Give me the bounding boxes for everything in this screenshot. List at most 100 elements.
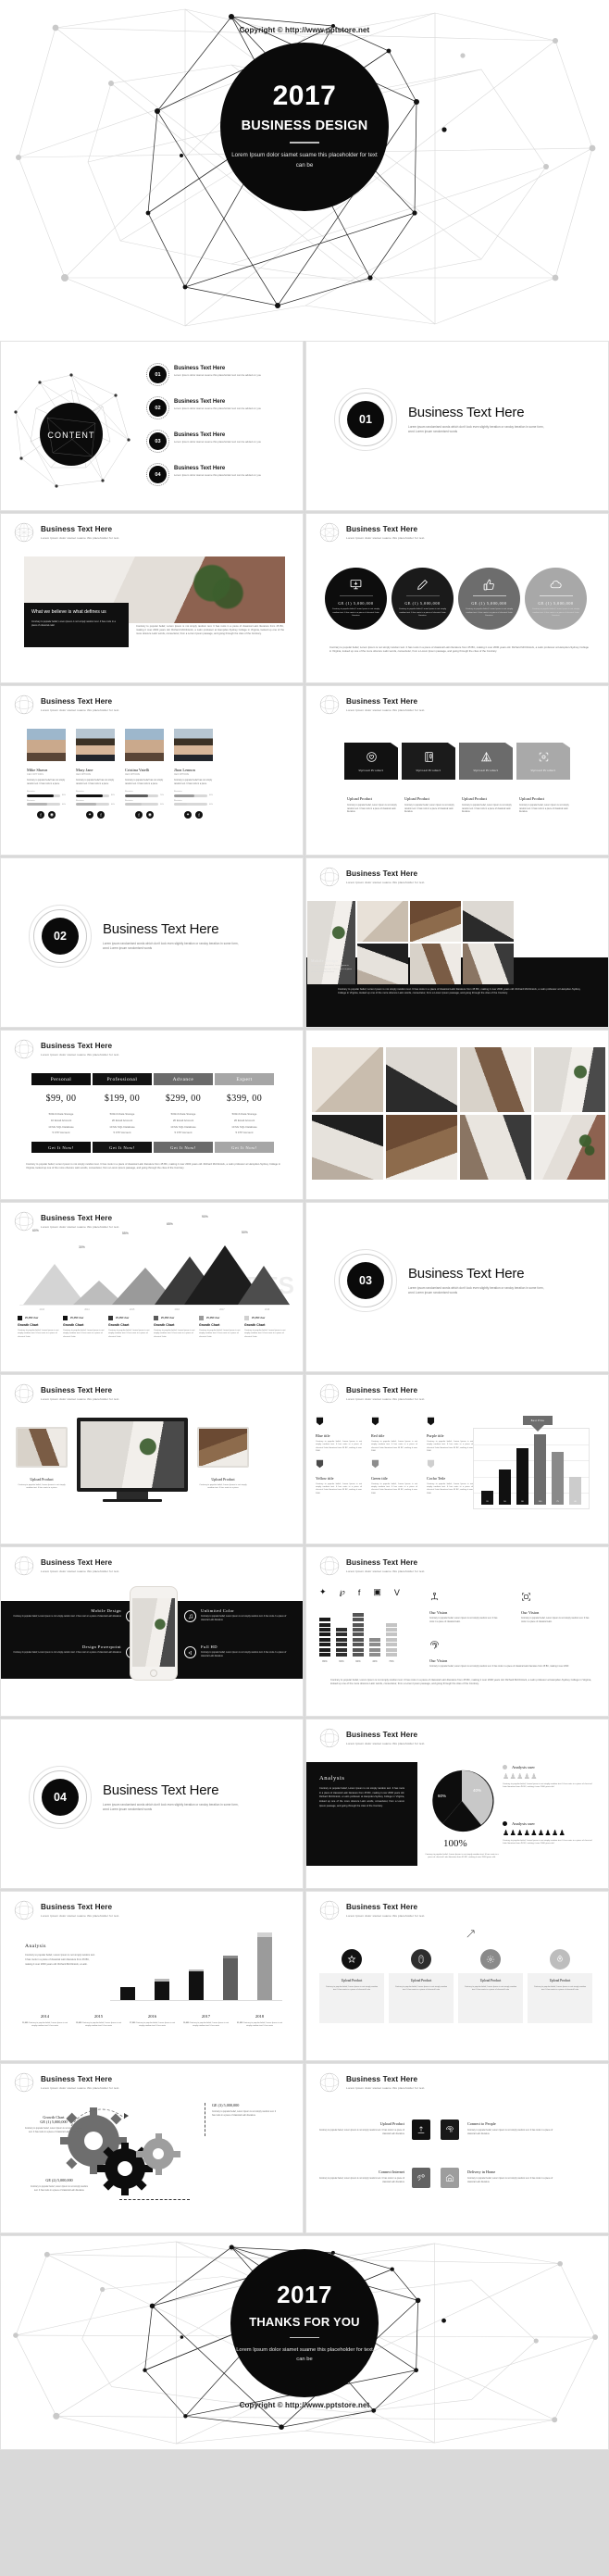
plan-cta-2[interactable]: Get It Now! (93, 1142, 152, 1154)
analysis-pie-chart (432, 1769, 494, 1832)
photo-tile[interactable] (460, 1047, 531, 1112)
photo-tile[interactable] (312, 1047, 383, 1112)
team-member-card[interactable]: Jhon Lennon CEO OPTIONS Contrary to popu… (174, 729, 213, 819)
instagram-icon[interactable]: ◉ (146, 811, 154, 819)
instagram-icon[interactable]: ▣ (373, 1587, 381, 1597)
legend-label: Growth Chart (18, 1323, 39, 1327)
facebook-icon[interactable]: f (97, 811, 105, 819)
shield-icon (316, 1417, 324, 1426)
slide-products[interactable]: Business Text Here Lorem Ipsum dolor sia… (305, 685, 609, 856)
slide-mountain-chart[interactable]: Business Text Here Lorem Ipsum dolor sia… (0, 1202, 304, 1372)
gallery-thumb[interactable] (410, 944, 461, 984)
process-step-4[interactable]: Upload Product Contrary to popular belie… (528, 1949, 592, 2023)
feature-circle-1[interactable]: GE (1) 5,000,000 Contrary to popular bel… (325, 568, 387, 630)
slide-team[interactable]: Business Text Here Lorem Ipsum dolor sia… (0, 685, 304, 856)
gallery-thumb[interactable] (357, 944, 408, 984)
slide-pricing[interactable]: Business Text Here Lorem Ipsum dolor sia… (0, 1030, 304, 1200)
gallery-thumb[interactable] (357, 901, 408, 942)
slide-pie-analysis[interactable]: Business Text Here Lorem Ipsum dolor sia… (305, 1719, 609, 1889)
slide-section-04[interactable]: 04 Business Text Here Lorem ipsum random… (0, 1719, 304, 1889)
process-step-1[interactable]: Upload Product Contrary to popular belie… (319, 1949, 384, 2023)
closing-title: THANKS FOR YOU (249, 2314, 360, 2329)
slide-photo-grid[interactable] (305, 1030, 609, 1200)
focus-target-icon (539, 752, 548, 761)
pinterest-icon[interactable]: ℘ (340, 1587, 345, 1597)
vimeo-icon[interactable]: V (394, 1588, 400, 1597)
legend-desc: Contrary to popular belief, Lorem Ipsum … (199, 1330, 241, 1338)
process-step-2[interactable]: Upload Product Contrary to popular belie… (389, 1949, 454, 2023)
product-card-1[interactable]: Upload Product (344, 743, 398, 780)
product-card-4[interactable]: Upload Product (516, 743, 570, 780)
upload-icon[interactable] (412, 2120, 430, 2140)
plan-cta-1[interactable]: Get It Now! (31, 1142, 91, 1154)
slide-header: Business Text Here Lorem Ipsum dolor sia… (319, 1900, 425, 1920)
agenda-item-03[interactable]: 03 Business Text Here Lorem Ipsum dolor … (145, 429, 297, 454)
avatar (125, 729, 164, 761)
slide-section-01[interactable]: 01 Business Text Here Lorem ipsum random… (305, 341, 609, 511)
skill-label: Illustrator (27, 799, 35, 802)
satellite-icon[interactable] (412, 2168, 430, 2188)
team-member-card[interactable]: Mary Jane CEO OPTIONS Contrary to popula… (76, 729, 115, 819)
plan-cta-4[interactable]: Get It Now! (215, 1142, 274, 1154)
twitter-icon[interactable]: ✦ (86, 811, 93, 819)
photo-tile[interactable] (312, 1115, 383, 1180)
slide-gears[interactable]: Business Text Here Lorem Ipsum dolor sia… (0, 2063, 304, 2233)
gallery-thumb[interactable] (410, 901, 461, 942)
product-card-3[interactable]: Upload Product (459, 743, 513, 780)
feature-left-1: Mobile Design Contrary to popular belief… (13, 1608, 121, 1618)
facebook-icon[interactable]: f (195, 811, 203, 819)
slide-bar-chart-titles[interactable]: Business Text Here Lorem Ipsum dolor sia… (305, 1374, 609, 1544)
slide-yearly-analysis[interactable]: Business Text Here Lorem Ipsum dolor sia… (0, 1891, 304, 2061)
photo-tile[interactable] (534, 1047, 605, 1112)
peak-label-3: 55% (122, 1232, 129, 1235)
slide-closing[interactable]: 2017 THANKS FOR YOU Lorem Ipsum dolor si… (0, 2235, 609, 2450)
pricing-plan-1[interactable]: Personal $99, 00 500mb Data Storage 10 E… (31, 1073, 91, 1154)
agenda-item-01[interactable]: 01 Business Text Here Lorem Ipsum dolor … (145, 362, 297, 387)
slide-what-we-believe[interactable]: Business Text Here Lorem Ipsum dolor sia… (0, 513, 304, 683)
slide-mobile-features[interactable]: Business Text Here Lorem Ipsum dolor sia… (0, 1546, 304, 1717)
slide-content-agenda[interactable]: CONTENT 01 Business Text Here Lorem Ipsu… (0, 341, 304, 511)
pricing-plan-3[interactable]: Advance $299, 00 500mb Data Storage 20 E… (154, 1073, 213, 1154)
skill-value: 60% (61, 803, 66, 806)
team-member-card[interactable]: Mike Shawn CEO OPTIONS Contrary to popul… (27, 729, 66, 819)
process-step-3[interactable]: Upload Product Contrary to popular belie… (458, 1949, 523, 2023)
plan-cta-3[interactable]: Get It Now! (154, 1142, 213, 1154)
photo-tile[interactable] (534, 1115, 605, 1180)
slide-icon-grid[interactable]: Business Text Here Lorem Ipsum dolor sia… (305, 2063, 609, 2233)
agenda-badge-03: 03 (145, 429, 170, 454)
slide-cover[interactable]: Copyright © http://www.pptstore.net 2017… (0, 0, 609, 341)
fingerprint-icon[interactable] (441, 2120, 459, 2140)
pricing-plan-4[interactable]: Expert $399, 00 500mb Data Storage 20 Em… (215, 1073, 274, 1154)
home-box-icon[interactable] (441, 2168, 459, 2188)
slide-process[interactable]: Business Text Here Lorem Ipsum dolor sia… (305, 1891, 609, 2061)
feature-circle-2[interactable]: GE (1) 5,000,000 Contrary to popular bel… (392, 568, 454, 630)
agenda-item-04[interactable]: 04 Business Text Here Lorem Ipsum dolor … (145, 462, 297, 487)
gallery-thumb[interactable] (463, 901, 514, 942)
team-member-card[interactable]: Cristina Vatelli CEO OPTIONS Contrary to… (125, 729, 164, 819)
photo-tile[interactable] (386, 1047, 457, 1112)
facebook-icon[interactable]: f (358, 1588, 361, 1597)
slide-section-03[interactable]: 03 Business Text Here Lorem ipsum random… (305, 1202, 609, 1372)
gallery-thumb[interactable] (463, 944, 514, 984)
slide-gallery[interactable]: Business Text Here Lorem Ipsum dolor sia… (305, 857, 609, 1028)
slide-vision[interactable]: Business Text Here Lorem Ipsum dolor sia… (305, 1546, 609, 1717)
feature-circle-4[interactable]: GE (1) 5,000,000 Contrary to popular bel… (525, 568, 587, 630)
legend-value: 25,456 User (161, 1317, 175, 1319)
feature-circle-3[interactable]: GE (1) 5,000,000 Contrary to popular bel… (458, 568, 520, 630)
slide-devices[interactable]: Business Text Here Lorem Ipsum dolor sia… (0, 1374, 304, 1544)
header-sub: Lorem Ipsum dolor siamet suame this plac… (346, 535, 426, 540)
pricing-plan-2[interactable]: Professional $199, 00 500mb Data Storage… (93, 1073, 152, 1154)
slide-feature-circles[interactable]: Business Text Here Lorem Ipsum dolor sia… (305, 513, 609, 683)
slide-header: Business Text Here Lorem Ipsum dolor sia… (319, 2072, 425, 2093)
photo-tile[interactable] (386, 1115, 457, 1180)
twitter-icon[interactable]: ✦ (319, 1587, 327, 1597)
facebook-icon[interactable]: f (37, 811, 44, 819)
photo-tile[interactable] (460, 1115, 531, 1180)
instagram-icon[interactable]: ◉ (48, 811, 56, 819)
gallery-hero: Mobile Design Contrary to popular belief… (307, 901, 355, 984)
product-card-2[interactable]: Upload Product (402, 743, 455, 780)
slide-section-02[interactable]: 02 Business Text Here Lorem ipsum random… (0, 857, 304, 1028)
twitter-icon[interactable]: ✦ (184, 811, 192, 819)
facebook-icon[interactable]: f (135, 811, 143, 819)
agenda-item-02[interactable]: 02 Business Text Here Lorem Ipsum dolor … (145, 395, 297, 420)
